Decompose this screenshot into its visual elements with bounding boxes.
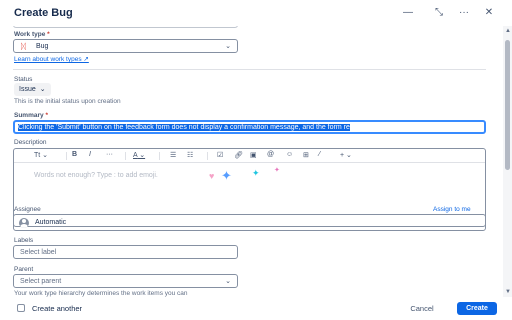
assign-to-me-link[interactable]: Assign to me — [433, 206, 471, 213]
scroll-up-icon[interactable]: ▲ — [505, 28, 511, 34]
dialog-footer: Create another Cancel Create — [0, 297, 512, 320]
parent-helper: Your work type hierarchy determines the … — [14, 290, 188, 297]
dialog-title: Create Bug — [14, 7, 73, 19]
editor-toolbar: Tt ⌄ B I ··· A ⌄ ☰ ☷ ☑ 🔗︎ ▣ @ ☺ ⊞ ⁄ + ⌄ — [14, 149, 485, 163]
bold-button[interactable]: B — [72, 151, 77, 158]
checkbox-icon[interactable]: ☑ — [217, 151, 223, 159]
labels-select[interactable]: Select label — [13, 245, 238, 259]
code-icon[interactable]: ⁄ — [319, 151, 320, 158]
table-icon[interactable]: ⊞ — [303, 151, 309, 159]
text-color-button[interactable]: A ⌄ — [133, 151, 145, 159]
summary-label: Summary * — [14, 112, 48, 119]
link-icon[interactable]: 🔗︎ — [234, 151, 243, 159]
more-icon[interactable]: ··· — [456, 5, 472, 21]
chevron-down-icon: ⌄ — [39, 86, 46, 93]
labels-placeholder: Select label — [20, 249, 57, 256]
image-icon[interactable]: ▣ — [250, 151, 257, 159]
expand-icon[interactable]: ⤡ — [431, 5, 447, 21]
close-icon[interactable]: ✕ — [481, 5, 497, 21]
create-another-label[interactable]: Create another — [32, 304, 82, 313]
summary-input[interactable]: Clicking the 'Submit' button on the feed… — [13, 120, 486, 134]
status-label: Status — [14, 76, 33, 83]
assignee-value: Automatic — [35, 219, 67, 226]
toolbar-divider — [66, 152, 67, 160]
status-dropdown[interactable]: Issue ⌄ — [14, 83, 51, 96]
bullet-list-button[interactable]: ☰ — [170, 151, 176, 159]
status-helper: This is the initial status upon creation — [14, 98, 121, 105]
mention-icon[interactable]: @ — [267, 151, 274, 158]
status-value: Issue — [19, 86, 36, 93]
parent-placeholder: Select parent — [20, 278, 62, 285]
sparkle-icon: ✦ — [221, 168, 232, 183]
assignee-label: Assignee — [14, 206, 41, 213]
italic-button[interactable]: I — [89, 151, 91, 158]
sparkle-icon: ♥ — [209, 171, 215, 181]
section-divider — [13, 69, 486, 70]
summary-value: Clicking the 'Submit' button on the feed… — [18, 124, 350, 131]
description-placeholder: Words not enough? Type : to add emoji. — [34, 172, 158, 179]
parent-select[interactable]: Select parent ⌄ — [13, 274, 238, 288]
text-style-button[interactable]: Tt ⌄ — [34, 151, 48, 159]
numbered-list-button[interactable]: ☷ — [187, 151, 193, 159]
toolbar-divider — [207, 152, 208, 160]
parent-label: Parent — [14, 266, 34, 273]
work-type-select[interactable]: ᛞ Bug ⌄ — [13, 39, 238, 53]
form-scroll-area[interactable]: Work type * ᛞ Bug ⌄ Learn about work typ… — [0, 26, 503, 297]
sparkle-icon: ✦ — [274, 167, 280, 174]
sparkle-icon: ✦ — [252, 168, 260, 178]
description-label: Description — [14, 139, 47, 146]
dialog-header: Create Bug — ⤡ ··· ✕ — [0, 0, 512, 26]
scroll-thumb[interactable] — [505, 40, 510, 170]
emoji-icon[interactable]: ☺ — [286, 151, 293, 158]
chevron-down-icon: ⌄ — [225, 43, 231, 50]
learn-work-types-link[interactable]: Learn about work types ↗ — [14, 55, 89, 63]
chevron-down-icon: ⌄ — [225, 278, 231, 285]
toolbar-divider — [159, 152, 160, 160]
insert-button[interactable]: + ⌄ — [340, 151, 352, 159]
more-formatting-button[interactable]: ··· — [106, 151, 113, 158]
previous-field-edge — [13, 26, 238, 28]
minimize-icon[interactable]: — — [400, 5, 416, 21]
create-button[interactable]: Create — [457, 302, 497, 315]
work-type-value: Bug — [36, 43, 49, 50]
assignee-select[interactable]: Automatic — [13, 214, 486, 231]
labels-label: Labels — [14, 237, 34, 244]
create-another-checkbox[interactable] — [17, 304, 25, 312]
avatar — [19, 218, 29, 228]
scroll-down-icon[interactable]: ▼ — [505, 289, 511, 295]
bug-icon: ᛞ — [21, 42, 26, 51]
work-type-label: Work type * — [14, 31, 50, 38]
scrollbar[interactable]: ▲ ▼ — [503, 26, 512, 297]
cancel-button[interactable]: Cancel — [400, 302, 444, 315]
toolbar-divider — [125, 152, 126, 160]
